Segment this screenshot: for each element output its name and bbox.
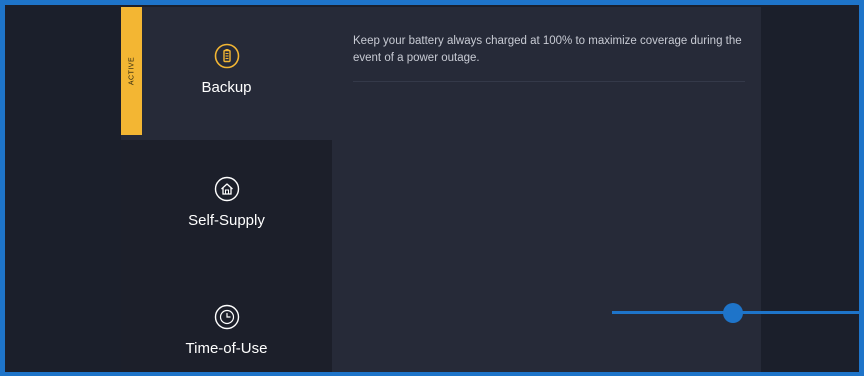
slider-handle[interactable] (723, 303, 743, 323)
battery-icon (214, 43, 240, 69)
mode-label: Self-Supply (188, 212, 265, 229)
mode-time-of-use[interactable]: Time-of-Use (121, 268, 332, 372)
clock-icon (214, 304, 240, 330)
home-icon (214, 176, 240, 202)
active-tab-label: ACTIVE (128, 56, 135, 86)
slider[interactable] (600, 303, 864, 323)
mode-label: Backup (201, 79, 252, 96)
mode-self-supply[interactable]: Self-Supply (121, 140, 332, 268)
mode-description-area: Keep your battery always charged at 100%… (353, 33, 745, 82)
mode-list: ACTIVE Backup Self-Supply Time-of-Use (121, 7, 332, 372)
mode-description: Keep your battery always charged at 100%… (353, 33, 745, 82)
mode-label: Time-of-Use (185, 340, 268, 357)
active-tab-strip: ACTIVE (121, 7, 142, 135)
mode-backup[interactable]: ACTIVE Backup (121, 7, 332, 135)
